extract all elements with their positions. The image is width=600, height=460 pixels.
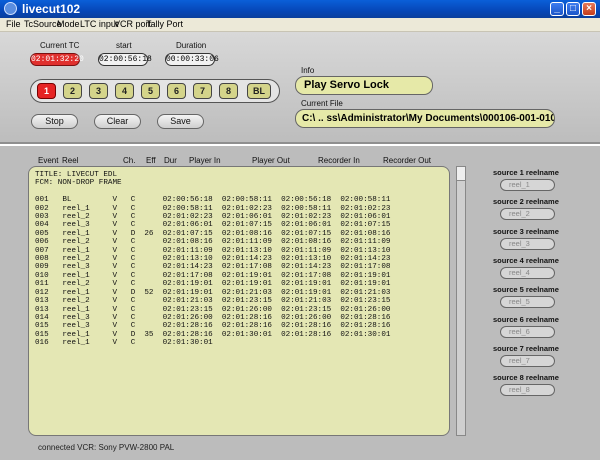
source-8-label: source 8 reelname (493, 373, 559, 383)
reel-button-3[interactable]: 3 (89, 83, 108, 99)
col-recorder-in: Recorder In (318, 156, 360, 165)
col-recorder-out: Recorder Out (383, 156, 432, 165)
source-8-reelname-input[interactable]: reel_8 (500, 384, 555, 397)
source-2-reelname-input[interactable]: reel_2 (500, 208, 555, 221)
menu-mode[interactable]: Mode (57, 19, 80, 29)
maximize-button[interactable]: □ (566, 2, 580, 16)
source-1-label: source 1 reelname (493, 168, 559, 177)
current-tc-label: Current TC (40, 41, 80, 50)
menu-bar: File TcSource Mode LTC input VCR port Ta… (0, 18, 600, 32)
reel-button-bl[interactable]: BL (247, 83, 271, 99)
reel-button-8[interactable]: 8 (219, 83, 238, 99)
info-display: Play Servo Lock (295, 76, 433, 95)
source-4-label: source 4 reelname (493, 255, 559, 265)
app-icon (4, 2, 17, 15)
info-label: Info (301, 66, 315, 75)
source-4-reelname-input[interactable]: reel_4 (500, 266, 555, 279)
current-tc-display: 02:01:32:20 (30, 53, 84, 66)
reel-button-2[interactable]: 2 (63, 83, 82, 99)
source-2-label: source 2 reelname (493, 197, 559, 207)
col-duration: Dur (164, 156, 177, 165)
save-button[interactable]: Save (157, 114, 204, 129)
start-tc-display: 02:00:56:18 (98, 53, 152, 66)
status-bar-text: connected VCR: Sony PVW-2800 PAL (38, 443, 175, 452)
reel-button-7[interactable]: 7 (193, 83, 212, 99)
window-title: livecut102 (22, 2, 81, 16)
edl-content: TITLE: LIVECUT EDL FCM: NON-DROP FRAME 0… (35, 171, 391, 348)
menu-tcsource[interactable]: TcSource (24, 19, 62, 29)
control-panel: Current TC 02:01:32:20 start 02:00:56:18… (0, 32, 600, 144)
current-file-display: C:\ .. ss\Administrator\My Documents\000… (295, 109, 555, 128)
col-channel: Ch. (123, 156, 136, 165)
close-button[interactable]: × (582, 2, 596, 16)
reel-button-1[interactable]: 1 (37, 83, 56, 99)
reel-button-5[interactable]: 5 (141, 83, 160, 99)
minimize-button[interactable]: _ (550, 2, 564, 16)
col-effect: Eff (146, 156, 156, 165)
menu-tally-port[interactable]: Tally Port (146, 19, 183, 29)
col-reel: Reel (62, 156, 79, 165)
duration-display: 00:00:33:06 (165, 53, 219, 66)
col-player-out: Player Out (252, 156, 290, 165)
start-label: start (116, 41, 132, 50)
menu-file[interactable]: File (6, 19, 21, 29)
source-3-reelname-input[interactable]: reel_3 (500, 237, 555, 250)
current-file-label: Current File (301, 99, 343, 108)
source-5-label: source 5 reelname (493, 285, 559, 295)
reel-selector: 1 2 3 4 5 6 7 8 BL (30, 79, 280, 103)
reel-button-6[interactable]: 6 (167, 83, 186, 99)
source-5-reelname-input[interactable]: reel_5 (500, 296, 555, 309)
clear-button[interactable]: Clear (94, 114, 141, 129)
col-event: Event (38, 156, 59, 165)
reel-button-4[interactable]: 4 (115, 83, 134, 99)
menu-ltc-input[interactable]: LTC input (80, 19, 118, 29)
edl-text-area[interactable]: TITLE: LIVECUT EDL FCM: NON-DROP FRAME 0… (28, 166, 450, 436)
source-1-reelname-input[interactable]: reel_1 (500, 179, 555, 191)
source-7-reelname-input[interactable]: reel_7 (500, 354, 555, 367)
stop-button[interactable]: Stop (31, 114, 78, 129)
source-6-label: source 6 reelname (493, 314, 559, 324)
title-bar: livecut102 _ □ × (0, 0, 600, 18)
edl-scrollbar[interactable] (456, 166, 466, 436)
source-6-reelname-input[interactable]: reel_6 (500, 325, 555, 338)
source-3-label: source 3 reelname (493, 226, 559, 236)
col-player-in: Player In (189, 156, 221, 165)
duration-label: Duration (176, 41, 207, 50)
scrollbar-thumb[interactable] (457, 167, 465, 181)
source-7-label: source 7 reelname (493, 343, 559, 353)
